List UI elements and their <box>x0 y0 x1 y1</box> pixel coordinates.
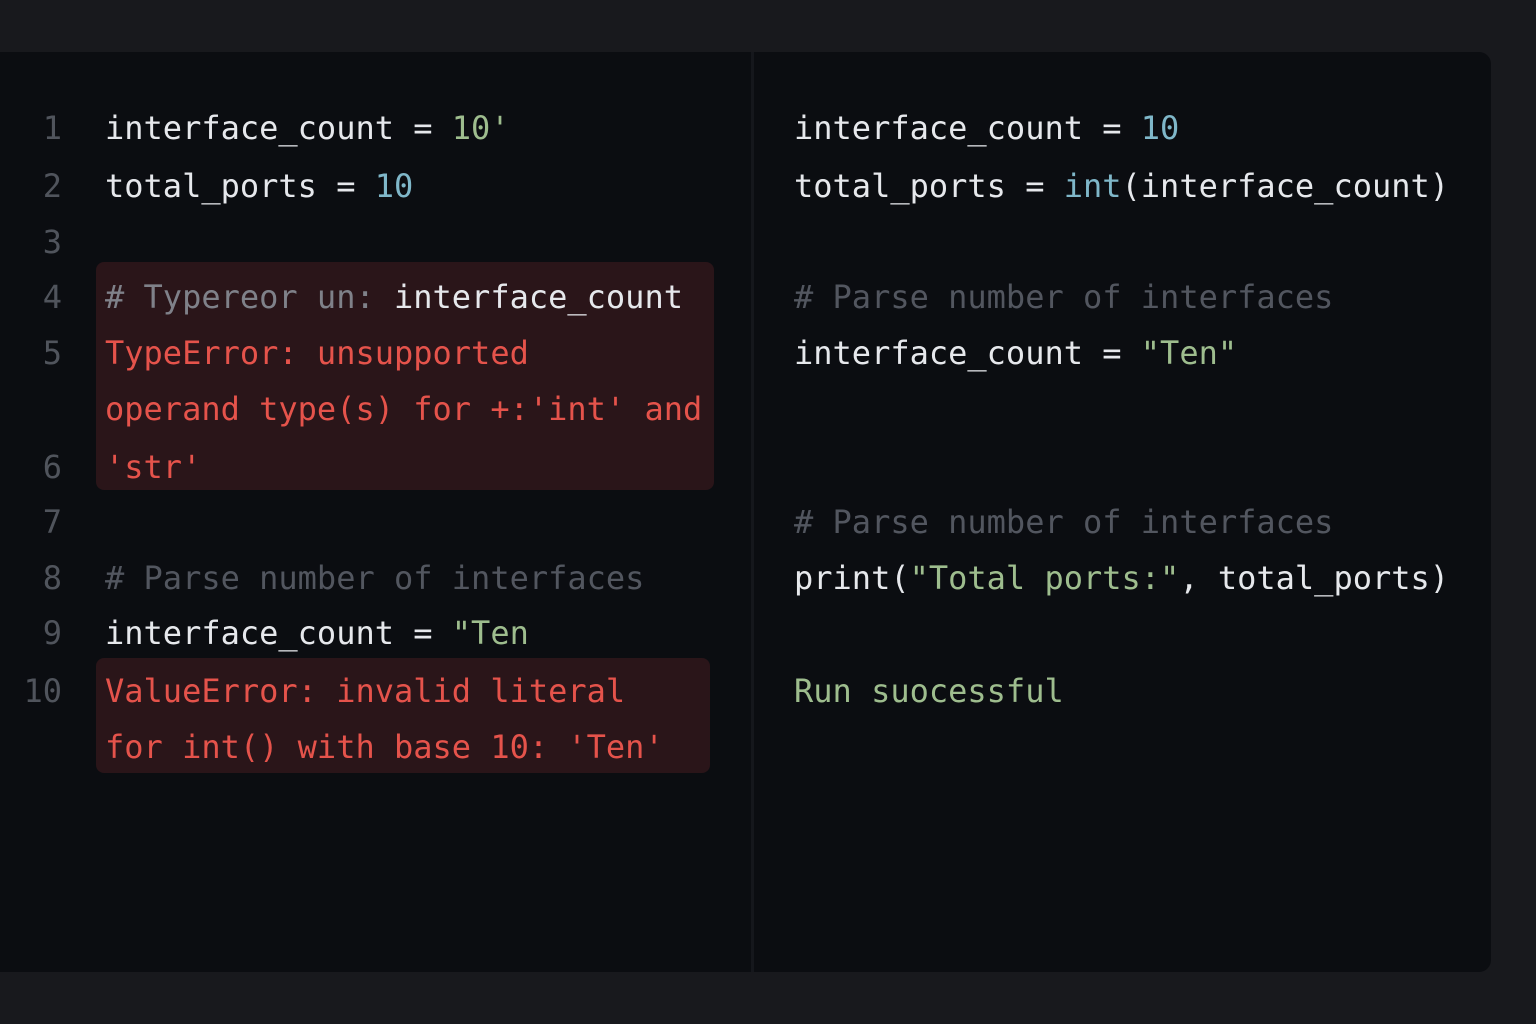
code-comment[interactable]: # Parse number of interfaces <box>794 277 1333 317</box>
number-literal: 10' <box>451 109 510 147</box>
code-line[interactable]: interface_count = 10 <box>794 108 1179 148</box>
code-text: total_ports = <box>794 167 1064 205</box>
code-line-4[interactable]: # Typereor un: interface_count <box>105 277 683 317</box>
line-number: 5 <box>42 334 62 372</box>
code-line[interactable]: interface_count = "Ten" <box>794 333 1237 373</box>
type-error-message: TypeError: unsupported <box>105 334 529 372</box>
string-literal: "Total ports:" <box>909 559 1180 597</box>
comment-text: # Typereor un: <box>105 278 394 316</box>
code-comment[interactable]: # Parse number of interfaces <box>105 558 644 598</box>
code-text: print( <box>794 559 910 597</box>
value-error-message: ValueError: invalid literal <box>105 672 626 710</box>
number-literal: 10 <box>374 167 414 205</box>
code-comment[interactable]: # Parse number of interfaces <box>794 502 1333 542</box>
code-text: (interface_count) <box>1121 167 1450 205</box>
code-text: interface_count = <box>794 334 1141 372</box>
code-line[interactable]: total_ports = int(interface_count) <box>794 166 1449 206</box>
line-number: 9 <box>42 614 62 652</box>
code-text: interface_count = <box>105 109 452 147</box>
code-text: interface_count = <box>105 614 452 652</box>
code-text: interface_count = <box>794 109 1141 147</box>
line-number: 10 <box>23 672 62 710</box>
code-text: , total_ports) <box>1179 559 1450 597</box>
line-number: 1 <box>42 109 62 147</box>
line-number: 7 <box>42 503 62 541</box>
pane-divider[interactable] <box>751 52 754 972</box>
run-status: Run suocessful <box>794 672 1064 710</box>
string-literal: "Ten" <box>1140 334 1238 372</box>
code-line-9[interactable]: interface_count = "Ten <box>105 613 529 653</box>
code-text: total_ports = <box>105 167 375 205</box>
code-line-1[interactable]: interface_count = 10' <box>105 108 510 148</box>
code-line-2[interactable]: total_ports = 10 <box>105 166 413 206</box>
code-line[interactable]: print("Total ports:", total_ports) <box>794 558 1449 598</box>
line-number: 8 <box>42 559 62 597</box>
number-literal: 10 <box>1140 109 1180 147</box>
type-error-message: operand type(s) for +:'int' and <box>105 390 703 428</box>
line-number: 6 <box>42 448 62 486</box>
code-text: interface_count <box>393 278 683 316</box>
value-error-message: for int() with base 10: 'Ten' <box>105 728 664 766</box>
type-error-message: 'str' <box>105 448 202 486</box>
builtin-function: int <box>1063 167 1122 205</box>
editor-panel: 1 2 3 4 5 6 7 8 9 10 interface_count = 1… <box>0 52 1491 972</box>
string-literal: "Ten <box>451 614 529 652</box>
line-number: 3 <box>42 223 62 261</box>
line-number: 2 <box>42 167 62 205</box>
line-number: 4 <box>42 278 62 316</box>
